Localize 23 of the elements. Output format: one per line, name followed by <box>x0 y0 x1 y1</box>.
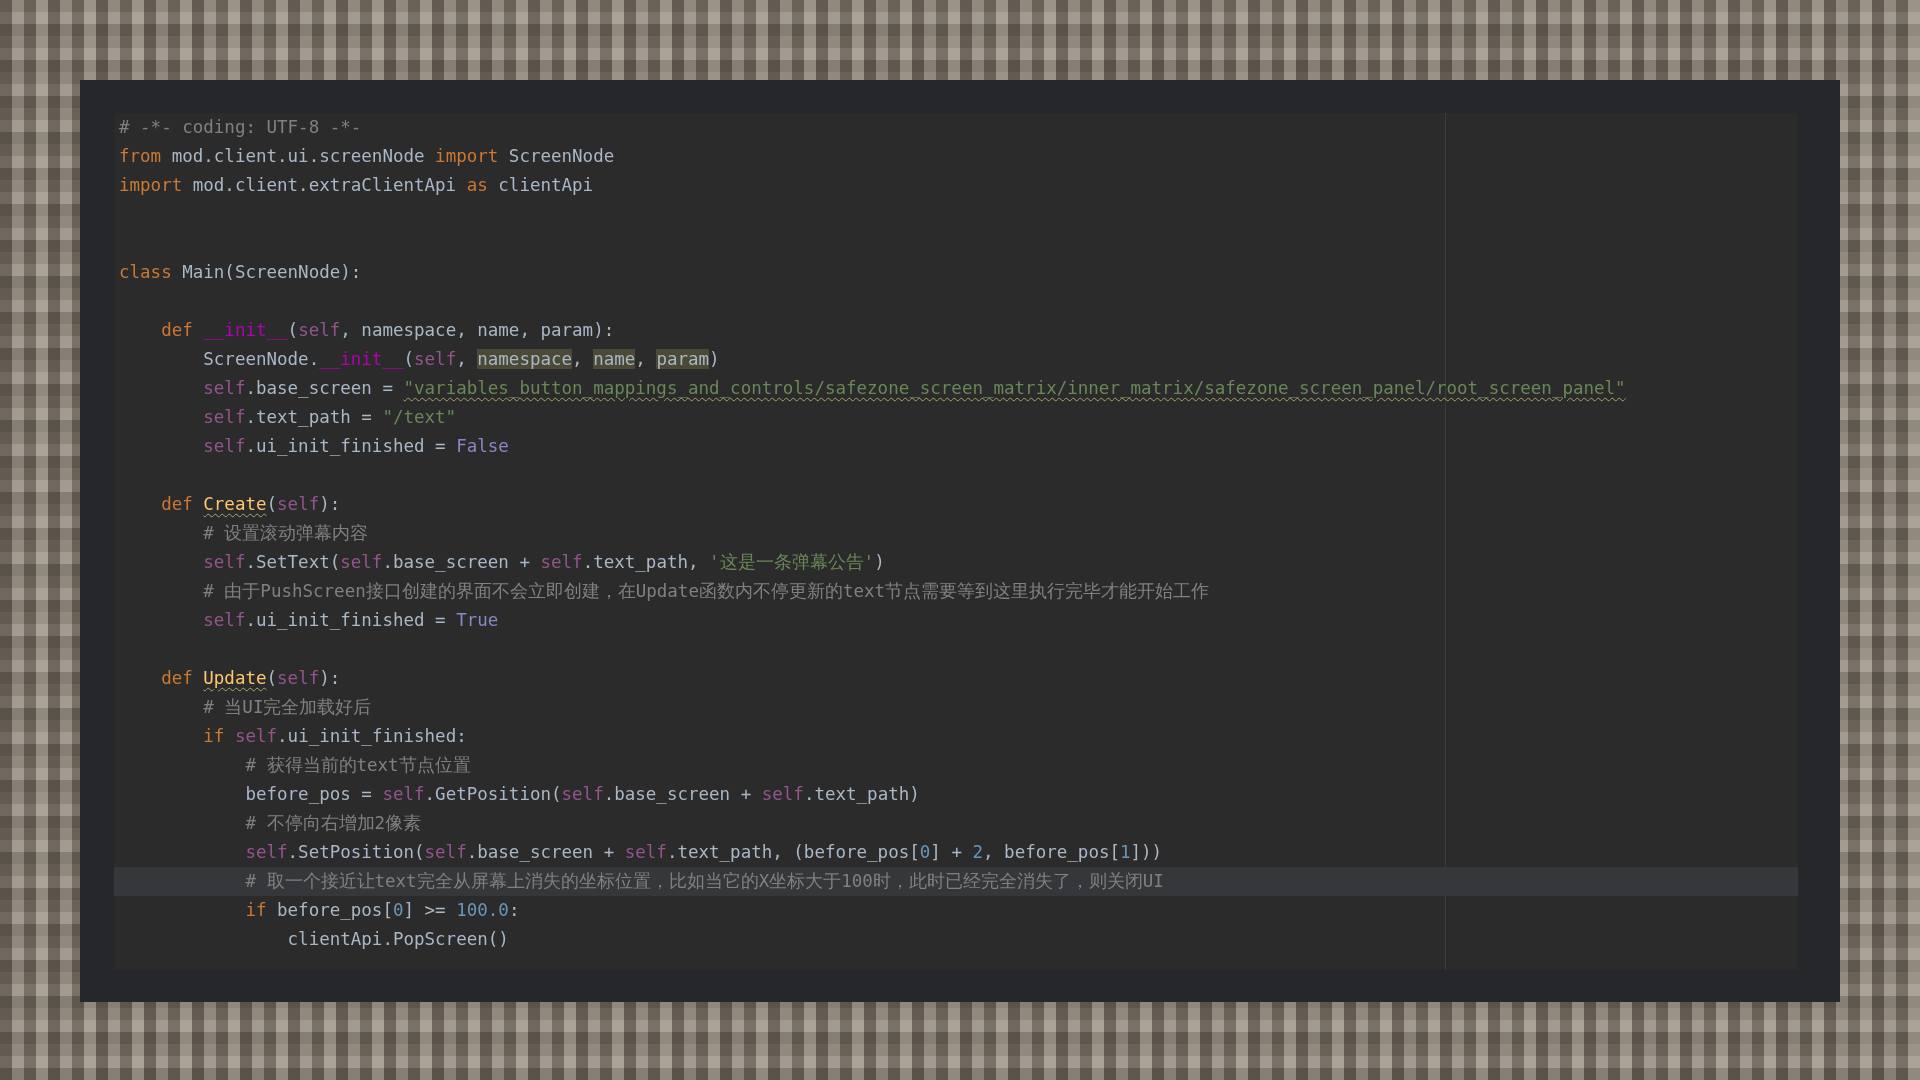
code-line: class Main(ScreenNode): <box>118 261 363 284</box>
code-line: # -*- coding: UTF-8 -*- <box>118 116 363 139</box>
code-line: self.text_path = "/text" <box>202 406 458 429</box>
code-line: # 不停向右增加2像素 <box>244 812 423 835</box>
code-line: self.ui_init_finished = True <box>202 609 500 632</box>
code-line: def Create(self): <box>160 493 342 516</box>
code-line: self.ui_init_finished = False <box>202 435 510 458</box>
code-line: import mod.client.extraClientApi as clientApi <box>118 174 595 197</box>
code-line: self.base_screen = "variables_button_mappings_and_controls/safezone_screen_matrix/inner_matrix/safezone_screen_panel/root_screen_panel" <box>202 377 1627 400</box>
code-line: def __init__(self, namespace, name, param): <box>160 319 616 342</box>
code-line: # 当UI完全加载好后 <box>202 696 373 719</box>
code-line: # 由于PushScreen接口创建的界面不会立即创建，在Update函数内不停更新的text节点需要等到这里执行完毕才能开始工作 <box>202 580 1211 603</box>
code-line: # 获得当前的text节点位置 <box>244 754 472 777</box>
code-line: clientApi.PopScreen() <box>286 928 510 951</box>
code-line: def Update(self): <box>160 667 342 690</box>
code-line: before_pos = self.GetPosition(self.base_screen + self.text_path) <box>244 783 921 806</box>
code-line: self.SetText(self.base_screen + self.text_path, '这是一条弹幕公告') <box>202 551 886 574</box>
code-line: if self.ui_init_finished: <box>202 725 468 748</box>
code-line: # 设置滚动弹幕内容 <box>202 522 370 545</box>
code-line: ScreenNode.__init__(self, namespace, name, param) <box>202 348 721 371</box>
code-line: self.SetPosition(self.base_screen + self.text_path, (before_pos[0] + 2, before_pos[1])) <box>244 841 1164 864</box>
code-line: from mod.client.ui.screenNode import ScreenNode <box>118 145 616 168</box>
code-line: if before_pos[0] >= 100.0: <box>244 899 521 922</box>
